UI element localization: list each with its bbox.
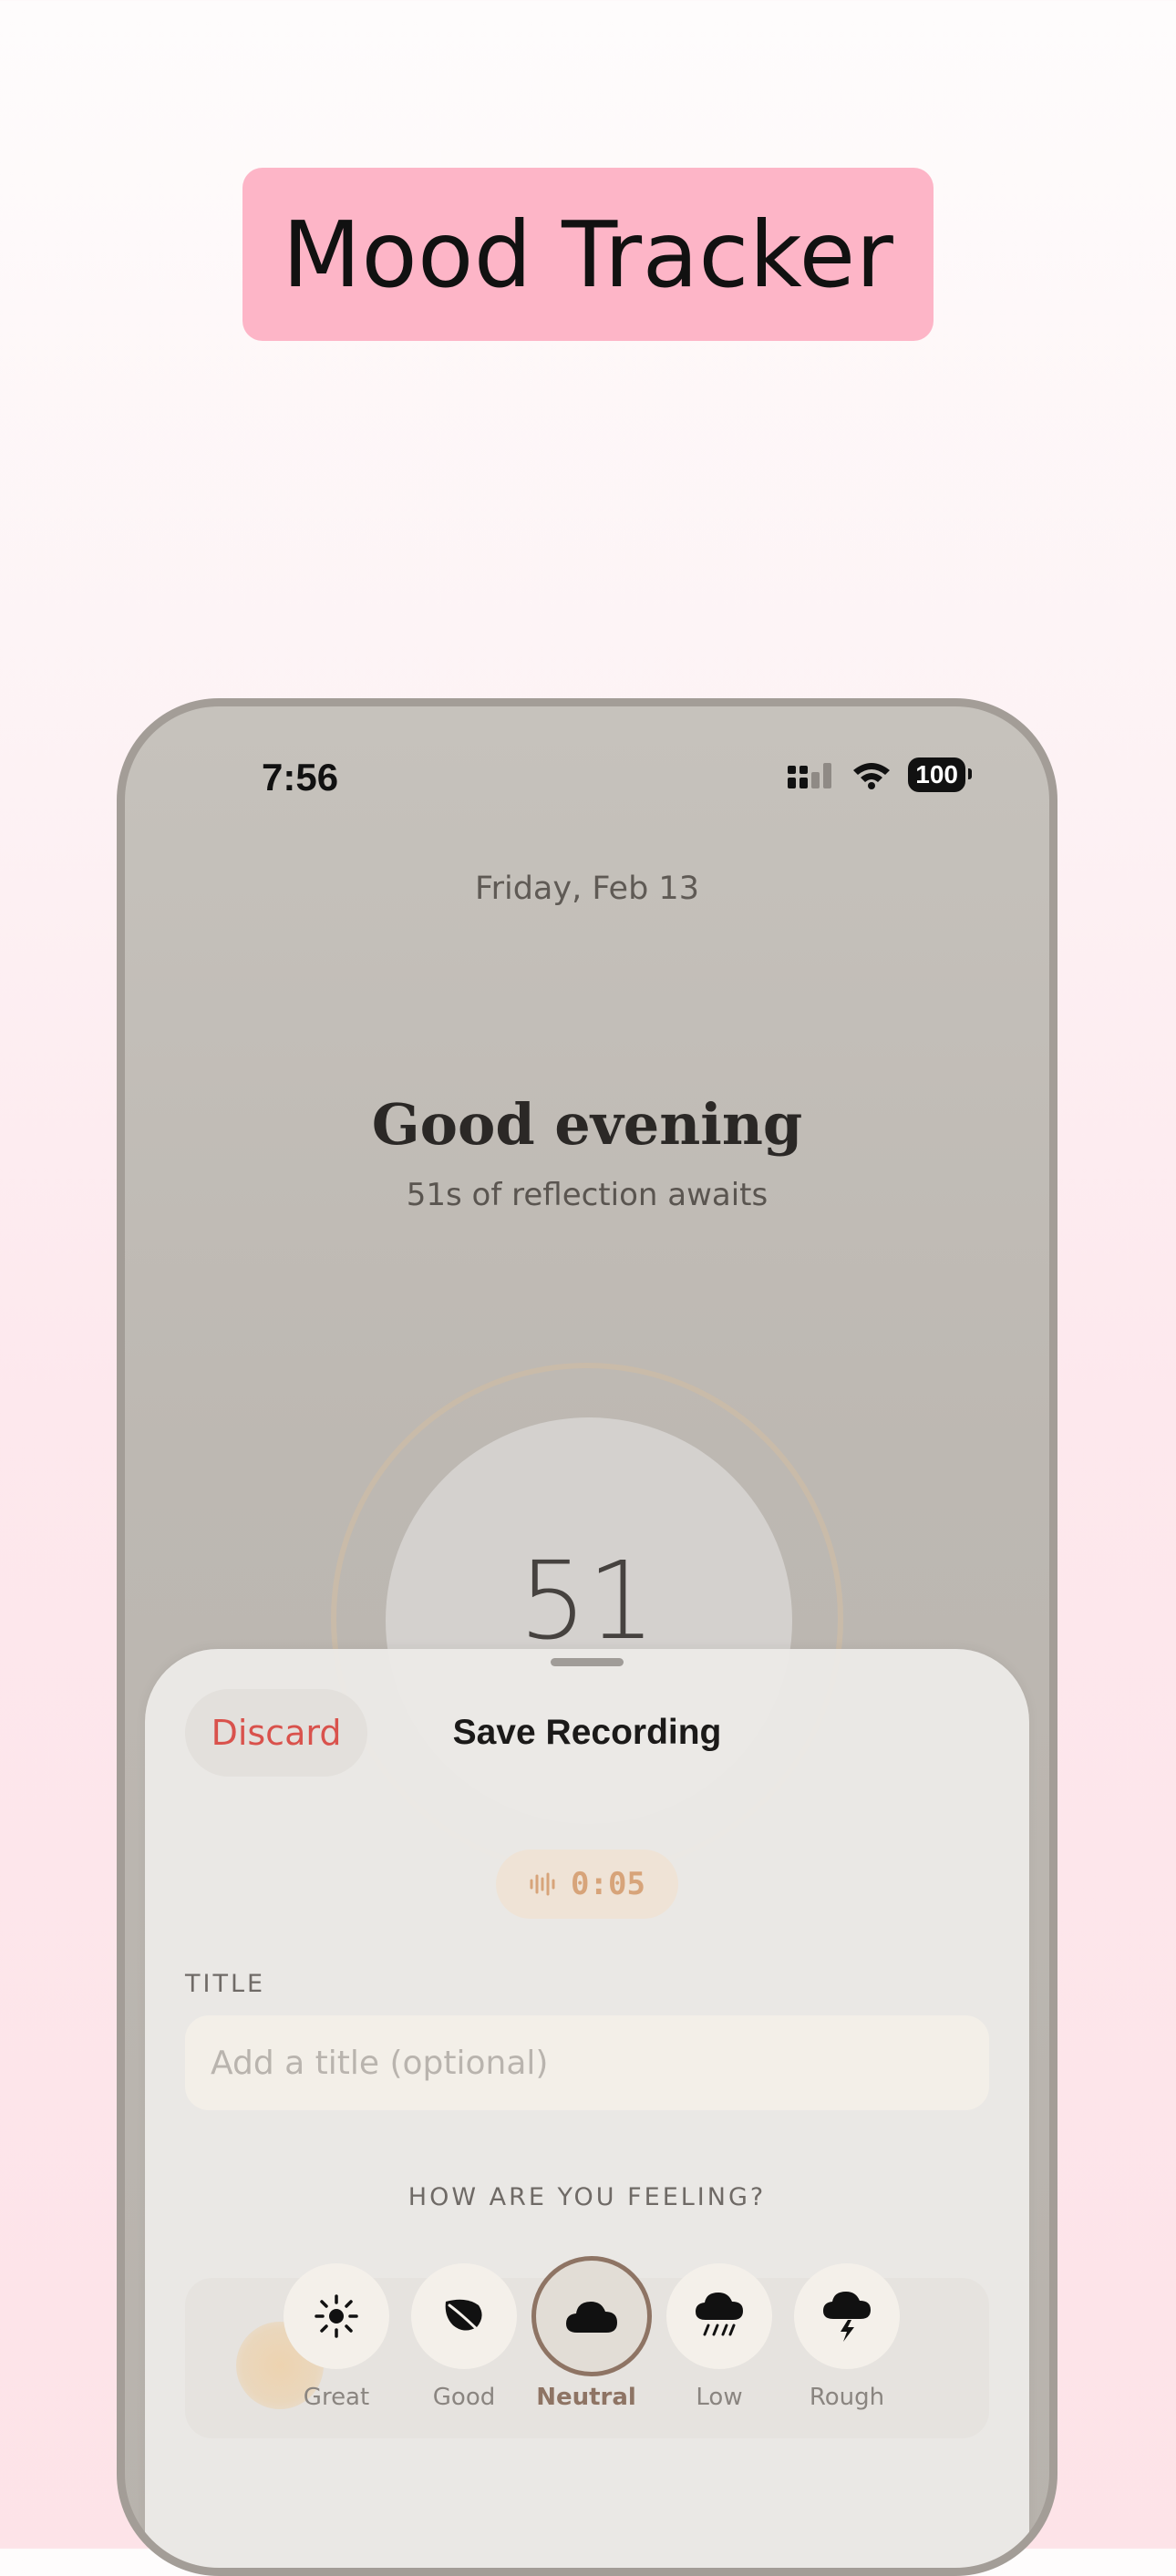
mood-selector: Great Good Neutral Low Rough [282,2256,920,2427]
app-title: Mood Tracker [282,201,894,308]
feeling-label: HOW ARE YOU FEELING? [407,2183,767,2211]
duration-text: 0:05 [571,1866,645,1902]
greeting-heading: Good evening [371,1091,803,1158]
mood-label: Neutral [536,2384,636,2411]
mood-label: Rough [809,2384,885,2411]
battery-indicator: 100 [908,757,972,792]
sheet-grabber[interactable] [551,1658,624,1666]
wifi-icon [853,763,891,789]
phone-frame: 7:56 100 Friday, Feb 13 Good evening 51s… [117,698,1057,2576]
save-recording-sheet: Discard Save Recording 0:05 TITLE HOW AR… [145,1649,1029,2568]
mood-option-great[interactable]: Great [282,2263,391,2411]
countdown-number: 51 [518,1538,656,1664]
greeting-subtitle: 51s of reflection awaits [406,1177,769,1213]
status-icons: 100 [788,757,972,792]
mood-option-good[interactable]: Good [409,2263,519,2411]
mood-option-low[interactable]: Low [665,2263,774,2411]
mood-label: Great [303,2384,370,2411]
date-label: Friday, Feb 13 [475,871,699,907]
mood-option-rough[interactable]: Rough [792,2263,902,2411]
status-time: 7:56 [262,756,339,799]
cloud-icon [566,2302,617,2333]
waveform-icon [530,1872,555,1896]
title-field-label: TITLE [185,1970,266,1998]
app-title-banner: Mood Tracker [242,168,934,341]
sun-icon [315,2294,358,2338]
mood-label: Low [696,2384,743,2411]
sheet-title: Save Recording [452,1713,722,1752]
duration-pill: 0:05 [496,1850,678,1919]
cellular-signal-icon [788,763,832,788]
rain-icon [696,2293,743,2336]
leaf-icon [445,2299,486,2338]
mood-label: Good [432,2384,496,2411]
title-input[interactable] [185,2015,989,2110]
storm-icon [823,2292,871,2342]
mood-option-neutral[interactable]: Neutral [531,2256,652,2411]
